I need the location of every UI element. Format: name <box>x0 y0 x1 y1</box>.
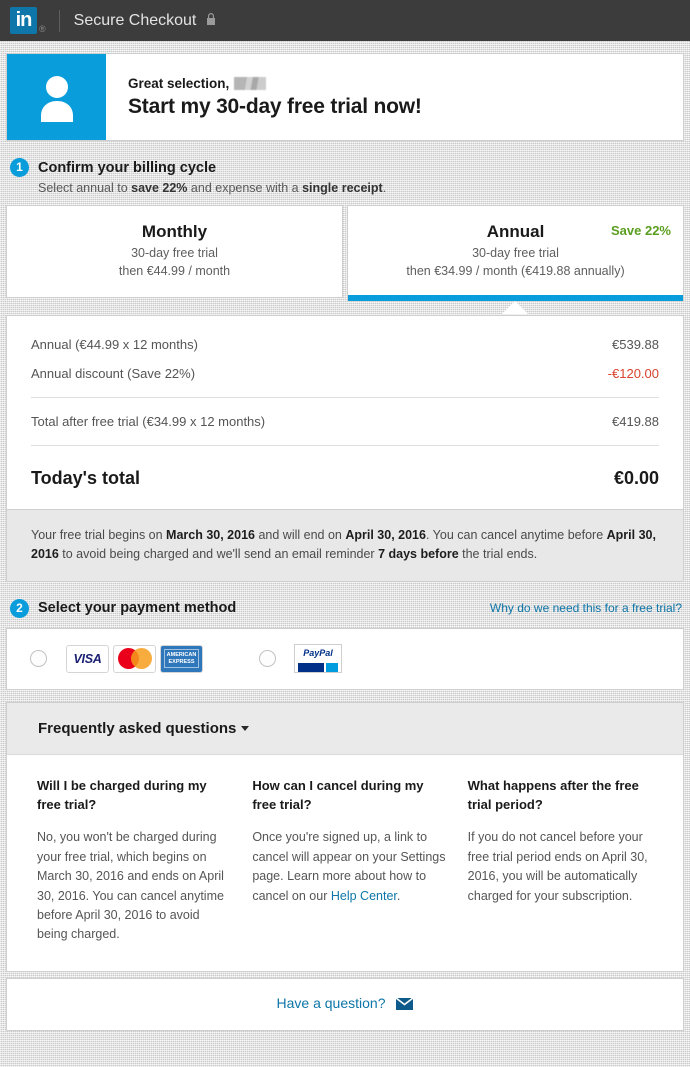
step-2-badge: 2 <box>10 598 29 618</box>
summary-divider <box>31 397 659 398</box>
price-summary-panel: Annual (€44.99 x 12 months) €539.88 Annu… <box>6 315 684 510</box>
paypal-label: PayPal <box>303 648 333 659</box>
faq-section: Frequently asked questions Will I be cha… <box>6 701 684 972</box>
mastercard-icon[interactable] <box>113 644 156 673</box>
faq-item: What happens after the free trial period… <box>468 777 661 945</box>
summary-row-label: Annual (€44.99 x 12 months) <box>31 337 198 352</box>
mastercard-yellow-circle <box>130 648 152 670</box>
plan-annual-trial: 30-day free trial <box>472 246 559 260</box>
hero-text-block: Great selection, Start my 30-day free tr… <box>106 54 422 140</box>
disclaimer-part-2: and will end on <box>255 528 346 542</box>
faq-question: Will I be charged during my free trial? <box>37 777 207 812</box>
amex-icon[interactable]: AMERICAN EXPRESS <box>160 644 203 673</box>
plan-monthly-price: then €44.99 / month <box>118 264 231 278</box>
selected-plan-arrow-icon <box>501 301 528 314</box>
faq-answer: Once you're signed up, a link to cancel … <box>252 828 445 906</box>
have-a-question-link[interactable]: Have a question? <box>277 995 414 1013</box>
summary-row-label: Annual discount (Save 22%) <box>31 366 196 381</box>
linkedin-logo-icon[interactable]: in <box>10 7 37 34</box>
hero-greeting-text: Great selection, <box>128 75 230 91</box>
disclaimer-part-4: to avoid being charged and we'll send an… <box>58 547 379 562</box>
summary-subtotal-row: Total after free trial (€34.99 x 12 mont… <box>31 407 659 436</box>
step-1-subtitle: Select annual to save 22% and expense wi… <box>0 177 690 205</box>
faq-item: How can I cancel during my free trial? O… <box>252 777 445 945</box>
paypal-icon[interactable]: PayPal <box>294 644 342 674</box>
visa-icon[interactable]: VISA <box>66 644 109 673</box>
nav-divider <box>58 9 60 32</box>
credit-card-radio[interactable] <box>30 650 47 668</box>
help-center-link[interactable]: Help Center <box>331 889 397 903</box>
faq-question: What happens after the free trial period… <box>467 777 639 812</box>
selected-plan-pointer <box>6 301 684 315</box>
disclaimer-part-3: . You can cancel anytime before <box>425 528 607 542</box>
faq-item: Will I be charged during my free trial? … <box>37 777 230 945</box>
disclaimer-part-5: the trial ends. <box>458 547 538 562</box>
billing-cycle-options: Monthly 30-day free trial then €44.99 / … <box>6 205 684 301</box>
top-navigation-bar: in ® Secure Checkout <box>0 0 690 41</box>
subtitle-single-receipt: single receipt <box>302 181 383 195</box>
user-avatar <box>7 54 106 140</box>
step-2-header: 2 Select your payment method Why do we n… <box>0 582 690 618</box>
step-2-title: Select your payment method <box>38 600 237 617</box>
plan-card-annual[interactable]: Save 22% Annual 30-day free trial then €… <box>347 205 684 301</box>
summary-row-value-discount: -€120.00 <box>607 366 659 381</box>
disclaimer-start-date: March 30, 2016 <box>166 528 255 542</box>
faq-answer: If you do not cancel before your free tr… <box>467 830 648 903</box>
free-trial-disclaimer: Your free trial begins on March 30, 2016… <box>6 510 684 582</box>
mastercard-circles <box>117 648 152 670</box>
paypal-bar-light <box>325 663 338 673</box>
summary-row: Annual discount (Save 22%) -€120.00 <box>31 359 659 388</box>
step-1-badge: 1 <box>10 158 29 177</box>
summary-row: Annual (€44.99 x 12 months) €539.88 <box>31 330 659 359</box>
subtitle-middle: and expense with a <box>187 181 303 195</box>
visa-label: VISA <box>73 651 102 666</box>
lock-icon <box>205 12 217 29</box>
payment-method-panel: VISA AMERICAN EXPRESS PayPal <box>6 627 684 690</box>
credit-card-logos: VISA AMERICAN EXPRESS <box>66 644 203 673</box>
plan-card-monthly[interactable]: Monthly 30-day free trial then €44.99 / … <box>6 205 343 298</box>
hero-banner: Great selection, Start my 30-day free tr… <box>6 53 684 141</box>
faq-answer-tail: . <box>396 888 401 903</box>
footer-bar: Have a question? <box>6 977 684 1031</box>
plan-monthly-name: Monthly <box>141 222 208 241</box>
subtitle-save-pct: save 22% <box>131 181 188 195</box>
chevron-down-icon[interactable] <box>241 726 250 732</box>
hero-greeting: Great selection, <box>128 76 422 91</box>
summary-row-value: €539.88 <box>612 337 659 352</box>
summary-subtotal-label: Total after free trial (€34.99 x 12 mont… <box>31 414 266 429</box>
envelope-icon <box>395 997 414 1013</box>
subtitle-prefix: Select annual to <box>38 181 132 195</box>
disclaimer-end-date: April 30, 2016 <box>345 528 426 542</box>
user-avatar-icon <box>40 76 73 122</box>
todays-total-value: €0.00 <box>613 468 659 488</box>
faq-header[interactable]: Frequently asked questions <box>7 702 683 755</box>
disclaimer-reminder-window: 7 days before <box>378 547 459 562</box>
paypal-bars <box>298 663 338 673</box>
step-1-header: 1 Confirm your billing cycle <box>0 141 690 177</box>
faq-answer: No, you won't be charged during your fre… <box>37 830 224 942</box>
step-1-title: Confirm your billing cycle <box>38 159 217 176</box>
disclaimer-part-1: Your free trial begins on <box>31 528 167 542</box>
plan-annual-price: then €34.99 / month (€419.88 annually) <box>406 264 625 278</box>
faq-columns: Will I be charged during my free trial? … <box>7 755 683 971</box>
page-title: Secure Checkout <box>73 11 197 29</box>
subtitle-suffix: . <box>382 181 387 195</box>
registered-trademark-mark: ® <box>39 24 46 34</box>
why-need-payment-link[interactable]: Why do we need this for a free trial? <box>490 601 682 615</box>
plan-monthly-trial: 30-day free trial <box>131 246 218 260</box>
plan-annual-save-badge: Save 22% <box>611 223 671 238</box>
price-summary: Annual (€44.99 x 12 months) €539.88 Annu… <box>7 316 683 509</box>
have-a-question-label: Have a question? <box>276 995 386 1012</box>
todays-total-row: Today's total €0.00 <box>31 455 659 509</box>
todays-total-label: Today's total <box>31 468 140 488</box>
paypal-bar-dark <box>298 663 324 673</box>
summary-divider <box>31 445 659 446</box>
hero-headline: Start my 30-day free trial now! <box>128 94 422 118</box>
faq-heading-text: Frequently asked questions <box>38 719 237 737</box>
amex-label: AMERICAN EXPRESS <box>163 649 200 669</box>
paypal-radio[interactable] <box>259 650 276 668</box>
redacted-user-name <box>234 76 267 90</box>
faq-question: How can I cancel during my free trial? <box>252 777 424 812</box>
summary-subtotal-value: €419.88 <box>612 414 659 429</box>
